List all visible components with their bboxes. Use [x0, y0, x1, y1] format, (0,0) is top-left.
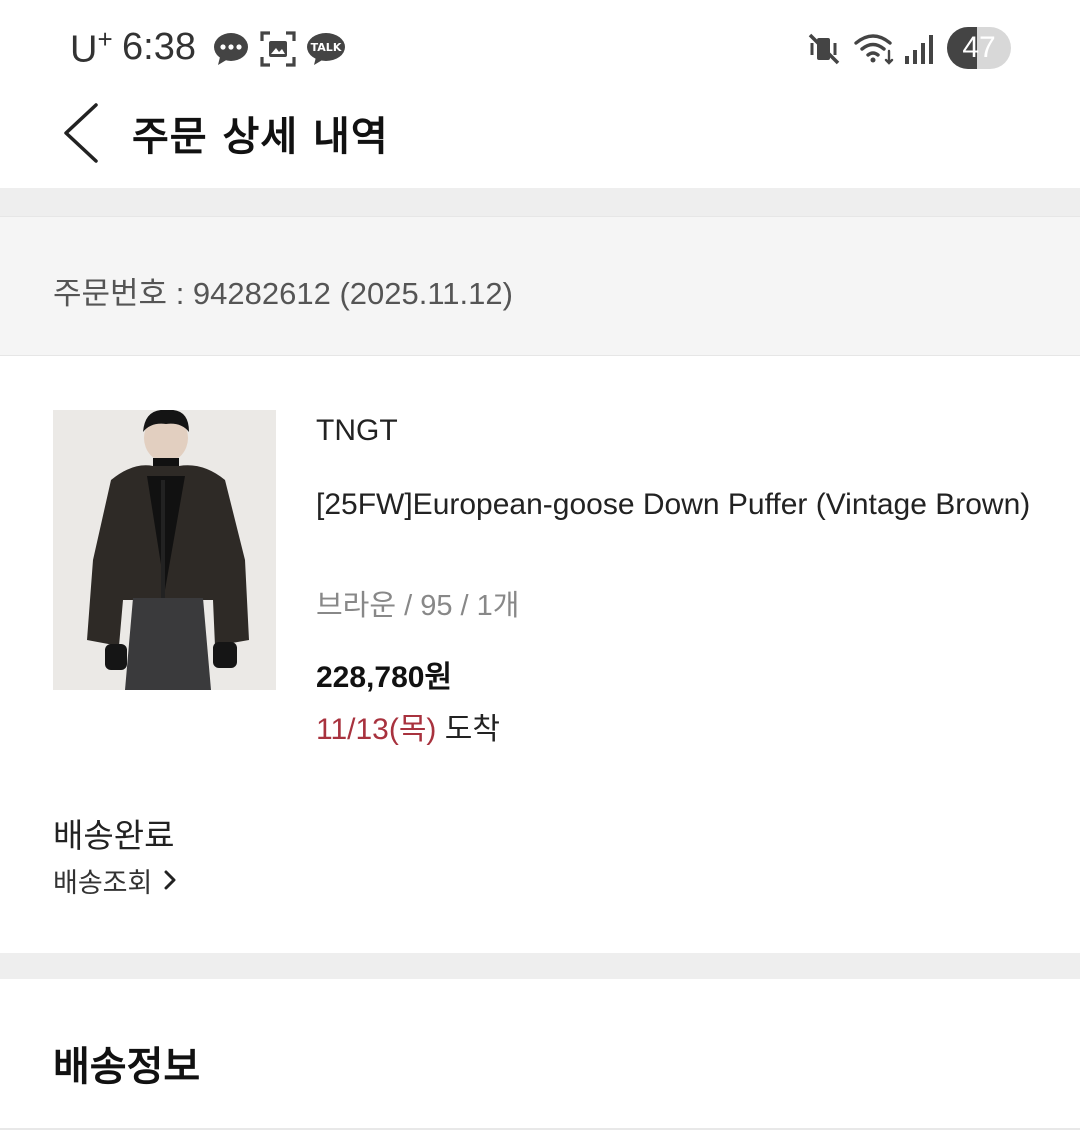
product-image[interactable] — [53, 410, 276, 690]
product-name[interactable]: [25FW]European-goose Down Puffer (Vintag… — [316, 483, 1036, 527]
arrival-info: 11/13(목) 도착 — [316, 704, 500, 748]
page-title: 주문 상세 내역 — [132, 114, 389, 160]
chevron-right-icon — [164, 870, 176, 890]
battery-level-text: 47 — [962, 31, 996, 64]
delivery-status: 배송완료 — [53, 816, 175, 855]
divider — [0, 1128, 1080, 1130]
back-arrow-icon — [64, 103, 98, 163]
carrier-label: U+ — [70, 24, 113, 71]
tracking-link[interactable]: 배송조회 — [53, 860, 178, 900]
chat-bubble-icon — [212, 30, 250, 68]
signal-icon — [902, 30, 936, 68]
product-photo — [53, 410, 276, 690]
product-option: 브라운 / 95 / 1개 — [316, 590, 520, 622]
app-header: 주문 상세 내역 — [0, 96, 1080, 188]
section-divider — [0, 953, 1080, 979]
arrival-date: 11/13(목) — [316, 713, 437, 746]
tracking-label: 배송조회 — [53, 867, 153, 899]
shipping-info-title: 배송정보 — [53, 1044, 201, 1090]
talk-icon: TALK — [306, 30, 346, 68]
mute-vibrate-icon — [806, 30, 842, 68]
wifi-icon — [852, 30, 898, 68]
brand-name[interactable]: TNGT — [316, 414, 398, 448]
battery-indicator: 47 — [947, 27, 1011, 69]
product-price: 228,780원 — [316, 661, 453, 694]
screenshot-icon — [259, 30, 297, 68]
section-divider — [0, 188, 1080, 216]
order-number-box: 주문번호 : 94282612 (2025.11.12) — [0, 216, 1080, 356]
svg-text:TALK: TALK — [311, 41, 342, 54]
arrival-label: 도착 — [436, 713, 500, 746]
status-clock: 6:38 — [122, 26, 196, 68]
status-bar: U+ 6:38 TALK 47 — [0, 0, 1080, 96]
order-number: 주문번호 : 94282612 (2025.11.12) — [53, 276, 513, 311]
back-button[interactable] — [52, 98, 108, 168]
